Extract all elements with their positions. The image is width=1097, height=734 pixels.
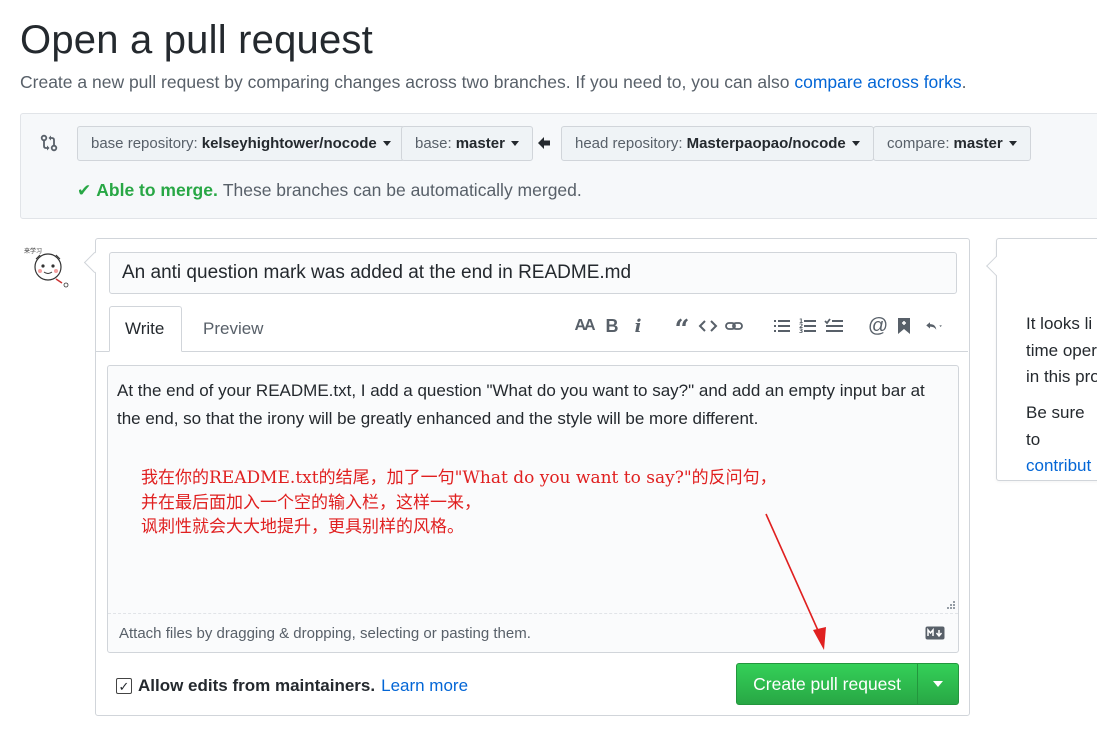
markdown-toolbar: AA B i “ 123 @: [571, 313, 955, 345]
markdown-icon[interactable]: [925, 626, 945, 640]
chevron-down-icon: [382, 141, 391, 146]
mention-icon[interactable]: @: [867, 315, 889, 337]
create-pull-request-button[interactable]: Create pull request: [737, 664, 917, 704]
head-repository-select[interactable]: head repository: Masterpaopao/nocode: [561, 126, 874, 161]
task-list-icon[interactable]: [823, 315, 845, 337]
allow-edits-option[interactable]: ✓ Allow edits from maintainers. Learn mo…: [116, 676, 468, 696]
chevron-down-icon: [933, 681, 944, 687]
compare-branch-select[interactable]: compare: master: [873, 126, 1031, 161]
merge-status: ✔ Able to merge. These branches can be a…: [77, 180, 582, 200]
annotation-arrow: [765, 513, 826, 650]
chevron-down-icon: [851, 141, 860, 146]
compare-forks-link[interactable]: compare across forks: [794, 72, 961, 92]
attach-files-hint[interactable]: Attach files by dragging & dropping, sel…: [119, 625, 531, 642]
saved-reply-icon[interactable]: [893, 315, 915, 337]
tab-preview[interactable]: Preview: [188, 306, 278, 352]
code-icon[interactable]: [697, 315, 719, 337]
tab-write[interactable]: Write: [109, 306, 182, 352]
learn-more-link[interactable]: Learn more: [381, 676, 468, 696]
svg-text:3: 3: [799, 328, 803, 335]
reply-icon[interactable]: [919, 315, 951, 337]
create-options-dropdown[interactable]: [917, 664, 958, 704]
text-size-icon[interactable]: AA: [571, 315, 597, 337]
base-repository-select[interactable]: base repository: kelseyhightower/nocode: [77, 126, 405, 161]
title-input[interactable]: An anti question mark was added at the e…: [109, 252, 957, 294]
contributing-notice-text-2: Be sure to contribut: [1026, 400, 1097, 480]
chevron-down-icon: [510, 141, 519, 146]
avatar[interactable]: 来学习: [22, 241, 74, 293]
resize-handle-icon[interactable]: [944, 600, 956, 610]
ordered-list-icon[interactable]: 123: [797, 315, 819, 337]
check-icon: ✔: [77, 180, 92, 200]
quote-icon[interactable]: “: [671, 315, 693, 345]
contributing-link[interactable]: contribut: [1026, 453, 1097, 480]
base-branch-select[interactable]: base: master: [401, 126, 533, 161]
chevron-down-icon: [1008, 141, 1017, 146]
unordered-list-icon[interactable]: [771, 315, 793, 337]
italic-icon[interactable]: i: [627, 315, 649, 337]
arrow-left-icon: [538, 137, 550, 149]
page-subtitle: Create a new pull request by comparing c…: [20, 72, 967, 92]
svg-text:来学习: 来学习: [24, 247, 42, 255]
create-pull-request-group: Create pull request: [736, 663, 959, 705]
contributing-notice-text: It looks li time oper in this pro: [1026, 314, 1097, 386]
link-icon[interactable]: [723, 315, 745, 337]
body-text: At the end of your README.txt, I add a q…: [117, 381, 925, 428]
bold-icon[interactable]: B: [601, 315, 623, 337]
allow-edits-checkbox[interactable]: ✓: [116, 678, 132, 694]
annotation-text: 我在你的README.txt的结尾，加了一句"What do you want …: [141, 468, 777, 537]
page-title: Open a pull request: [20, 18, 373, 62]
compare-branches-icon: [40, 134, 58, 152]
